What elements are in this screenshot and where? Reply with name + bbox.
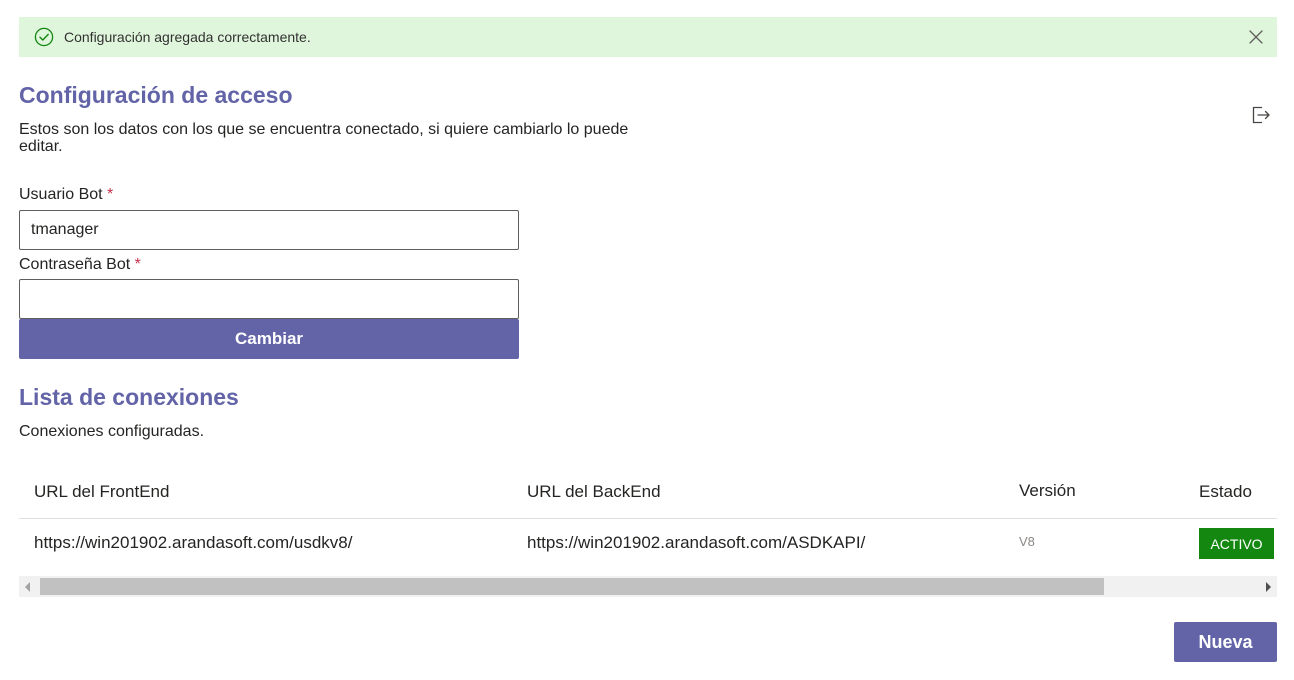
status-badge: ACTIVO bbox=[1199, 528, 1274, 559]
frontend-url-cell: https://win201902.arandasoft.com/usdkv8/ bbox=[34, 533, 353, 552]
required-mark: * bbox=[134, 256, 141, 273]
access-title: Configuración de acceso bbox=[19, 82, 293, 108]
scroll-left-arrow-icon[interactable] bbox=[25, 582, 30, 592]
sign-out-icon[interactable] bbox=[1250, 104, 1272, 126]
alert-message: Configuración agregada correctamente. bbox=[64, 29, 311, 45]
version-cell: V8 bbox=[1019, 534, 1035, 549]
close-icon[interactable] bbox=[1247, 28, 1265, 46]
scroll-right-arrow-icon[interactable] bbox=[1266, 582, 1271, 592]
scrollbar-thumb[interactable] bbox=[40, 578, 1104, 595]
password-bot-input[interactable] bbox=[19, 279, 519, 319]
check-circle-icon bbox=[34, 27, 54, 47]
access-description: Estos son los datos con los que se encue… bbox=[19, 121, 629, 155]
connections-table: URL del FrontEnd URL del BackEnd Versión… bbox=[19, 470, 1277, 571]
password-bot-label-text: Contraseña Bot bbox=[19, 256, 131, 273]
user-bot-label: Usuario Bot * bbox=[19, 186, 113, 204]
change-button[interactable]: Cambiar bbox=[19, 319, 519, 359]
table-row[interactable]: https://win201902.arandasoft.com/usdkv8/… bbox=[19, 519, 1277, 571]
connections-title: Lista de conexiones bbox=[19, 384, 239, 410]
user-bot-input[interactable] bbox=[19, 210, 519, 250]
horizontal-scrollbar[interactable] bbox=[19, 576, 1277, 597]
column-header-backend: URL del BackEnd bbox=[527, 482, 661, 501]
column-header-version: Versión bbox=[1019, 481, 1076, 500]
password-bot-label: Contraseña Bot * bbox=[19, 256, 141, 274]
column-header-frontend: URL del FrontEnd bbox=[34, 482, 170, 501]
backend-url-cell: https://win201902.arandasoft.com/ASDKAPI… bbox=[527, 533, 866, 552]
user-bot-label-text: Usuario Bot bbox=[19, 186, 103, 203]
column-header-status: Estado bbox=[1199, 482, 1252, 501]
table-header: URL del FrontEnd URL del BackEnd Versión… bbox=[19, 470, 1277, 519]
success-alert: Configuración agregada correctamente. bbox=[19, 17, 1277, 57]
connections-subtitle: Conexiones configuradas. bbox=[19, 423, 205, 440]
required-mark: * bbox=[107, 186, 114, 203]
new-connection-button[interactable]: Nueva bbox=[1174, 622, 1277, 662]
